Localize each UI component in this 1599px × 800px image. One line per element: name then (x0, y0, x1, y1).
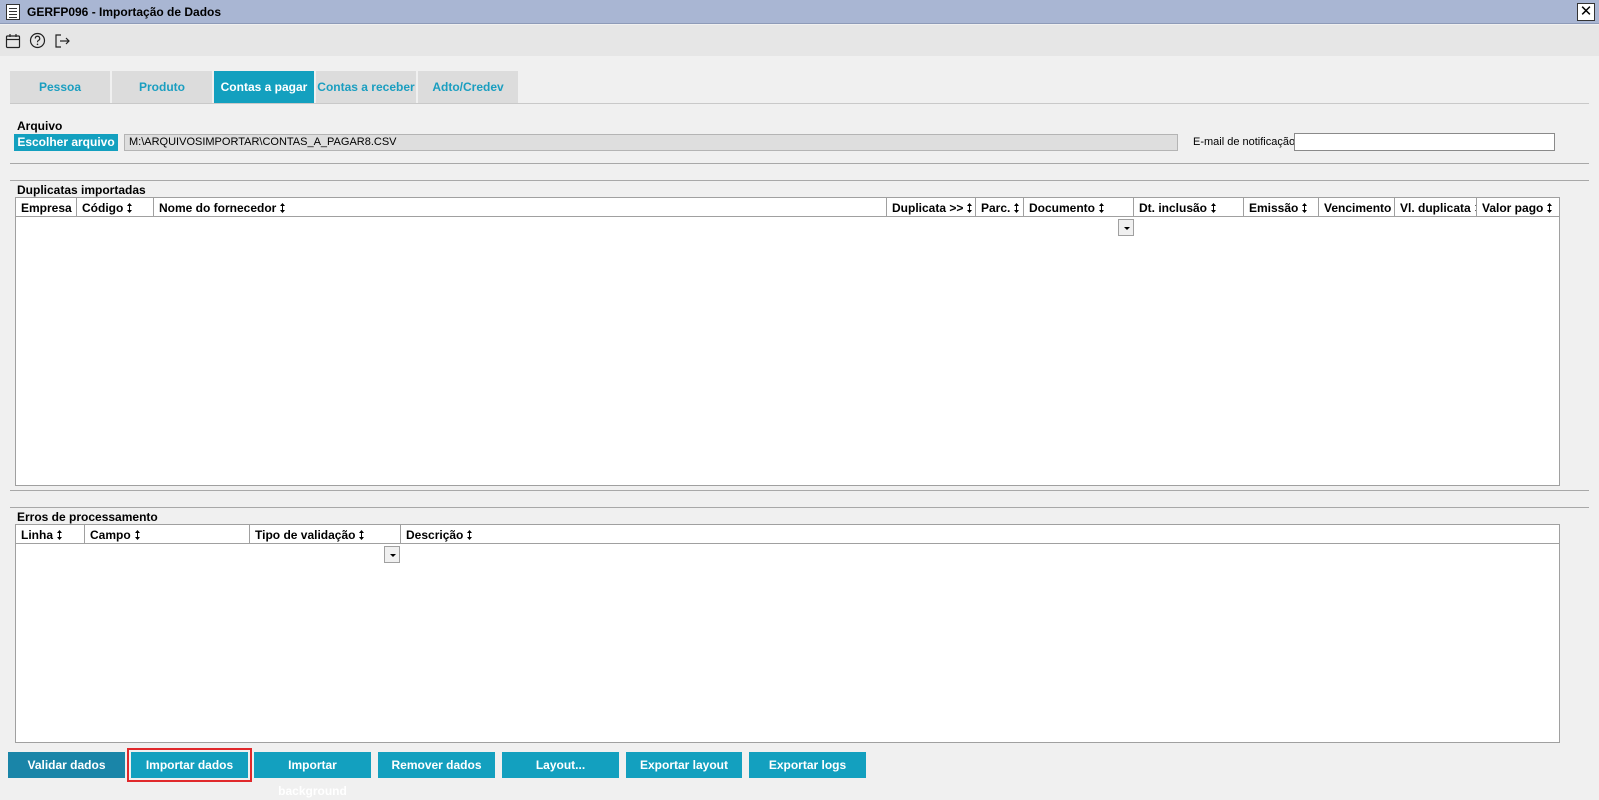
col-header-linha[interactable]: Linha (16, 525, 85, 544)
sort-icon (56, 529, 63, 540)
erros-grid[interactable]: Linha Campo Tipo de validação Descrição (15, 524, 1560, 743)
sort-icon (1210, 202, 1217, 213)
exportar-logs-button[interactable]: Exportar logs (749, 752, 866, 778)
sort-icon (466, 529, 473, 540)
col-header-campo[interactable]: Campo (85, 525, 250, 544)
tab-divider (10, 103, 1589, 104)
sort-icon (1301, 202, 1308, 213)
sort-icon (279, 202, 286, 213)
title-bar: GERFP096 - Importação de Dados ✕ (0, 0, 1599, 24)
col-header-dt-inclusao[interactable]: Dt. inclusão (1134, 198, 1244, 217)
tab-bar: Pessoa Produto Contas a pagar Contas a r… (10, 71, 518, 103)
close-button[interactable]: ✕ (1577, 3, 1595, 21)
tab-contas-a-receber[interactable]: Contas a receber (316, 71, 416, 103)
validar-dados-button[interactable]: Validar dados (8, 752, 125, 778)
document-icon (6, 3, 20, 20)
tab-produto[interactable]: Produto (112, 71, 212, 103)
col-header-duplicata[interactable]: Duplicata >> (887, 198, 976, 217)
sort-icon (358, 529, 365, 540)
exit-icon[interactable] (54, 33, 71, 49)
email-notification-label: E-mail de notificação (1193, 136, 1296, 148)
col-header-documento[interactable]: Documento (1024, 198, 1134, 217)
erros-grid-header: Linha Campo Tipo de validação Descrição (16, 525, 1559, 544)
exportar-layout-button[interactable]: Exportar layout (626, 752, 742, 778)
sort-icon (134, 529, 141, 540)
help-icon[interactable] (29, 32, 46, 49)
toolbar (0, 25, 1599, 56)
sort-icon (126, 202, 133, 213)
tipo-validacao-filter-dropdown[interactable] (384, 546, 400, 563)
section-divider (10, 163, 1589, 164)
col-header-vencimento[interactable]: Vencimento (1319, 198, 1395, 217)
section-divider (10, 490, 1589, 491)
col-header-vl-duplicata[interactable]: Vl. duplicata (1395, 198, 1477, 217)
col-header-parc[interactable]: Parc. (976, 198, 1024, 217)
col-header-empresa[interactable]: Empresa (16, 198, 77, 217)
arquivo-section-title: Arquivo (17, 119, 63, 133)
col-header-valor-pago[interactable]: Valor pago (1477, 198, 1559, 217)
col-header-codigo[interactable]: Código (77, 198, 154, 217)
sort-icon (1546, 202, 1553, 213)
email-notification-input[interactable] (1294, 133, 1555, 151)
duplicatas-grid[interactable]: Empresa Código Nome do fornecedor Duplic… (15, 197, 1560, 486)
sort-icon (966, 202, 973, 213)
sort-icon (1013, 202, 1020, 213)
layout-button[interactable]: Layout... (502, 752, 619, 778)
erros-section-title: Erros de processamento (17, 510, 158, 524)
tab-contas-a-pagar[interactable]: Contas a pagar (214, 71, 314, 103)
section-divider (10, 180, 1589, 181)
col-header-emissao[interactable]: Emissão (1244, 198, 1319, 217)
col-header-nome-fornecedor[interactable]: Nome do fornecedor (154, 198, 887, 217)
importar-dados-button[interactable]: Importar dados (127, 748, 252, 782)
importar-background-button[interactable]: Importar background (254, 752, 371, 798)
col-header-tipo-validacao[interactable]: Tipo de validação (250, 525, 401, 544)
sort-icon (1098, 202, 1105, 213)
remover-dados-button[interactable]: Remover dados (378, 752, 495, 778)
col-header-descricao[interactable]: Descrição (401, 525, 1559, 544)
choose-file-button[interactable]: Escolher arquivo (14, 134, 118, 151)
section-divider (10, 507, 1589, 508)
calendar-icon[interactable] (5, 33, 21, 49)
duplicatas-grid-header: Empresa Código Nome do fornecedor Duplic… (16, 198, 1559, 217)
file-path-field: M:\ARQUIVOSIMPORTAR\CONTAS_A_PAGAR8.CSV (124, 134, 1178, 151)
tab-adto-credev[interactable]: Adto/Credev (418, 71, 518, 103)
window-title: GERFP096 - Importação de Dados (27, 4, 222, 19)
tab-pessoa[interactable]: Pessoa (10, 71, 110, 103)
duplicatas-section-title: Duplicatas importadas (17, 183, 146, 197)
documento-filter-dropdown[interactable] (1118, 219, 1134, 236)
